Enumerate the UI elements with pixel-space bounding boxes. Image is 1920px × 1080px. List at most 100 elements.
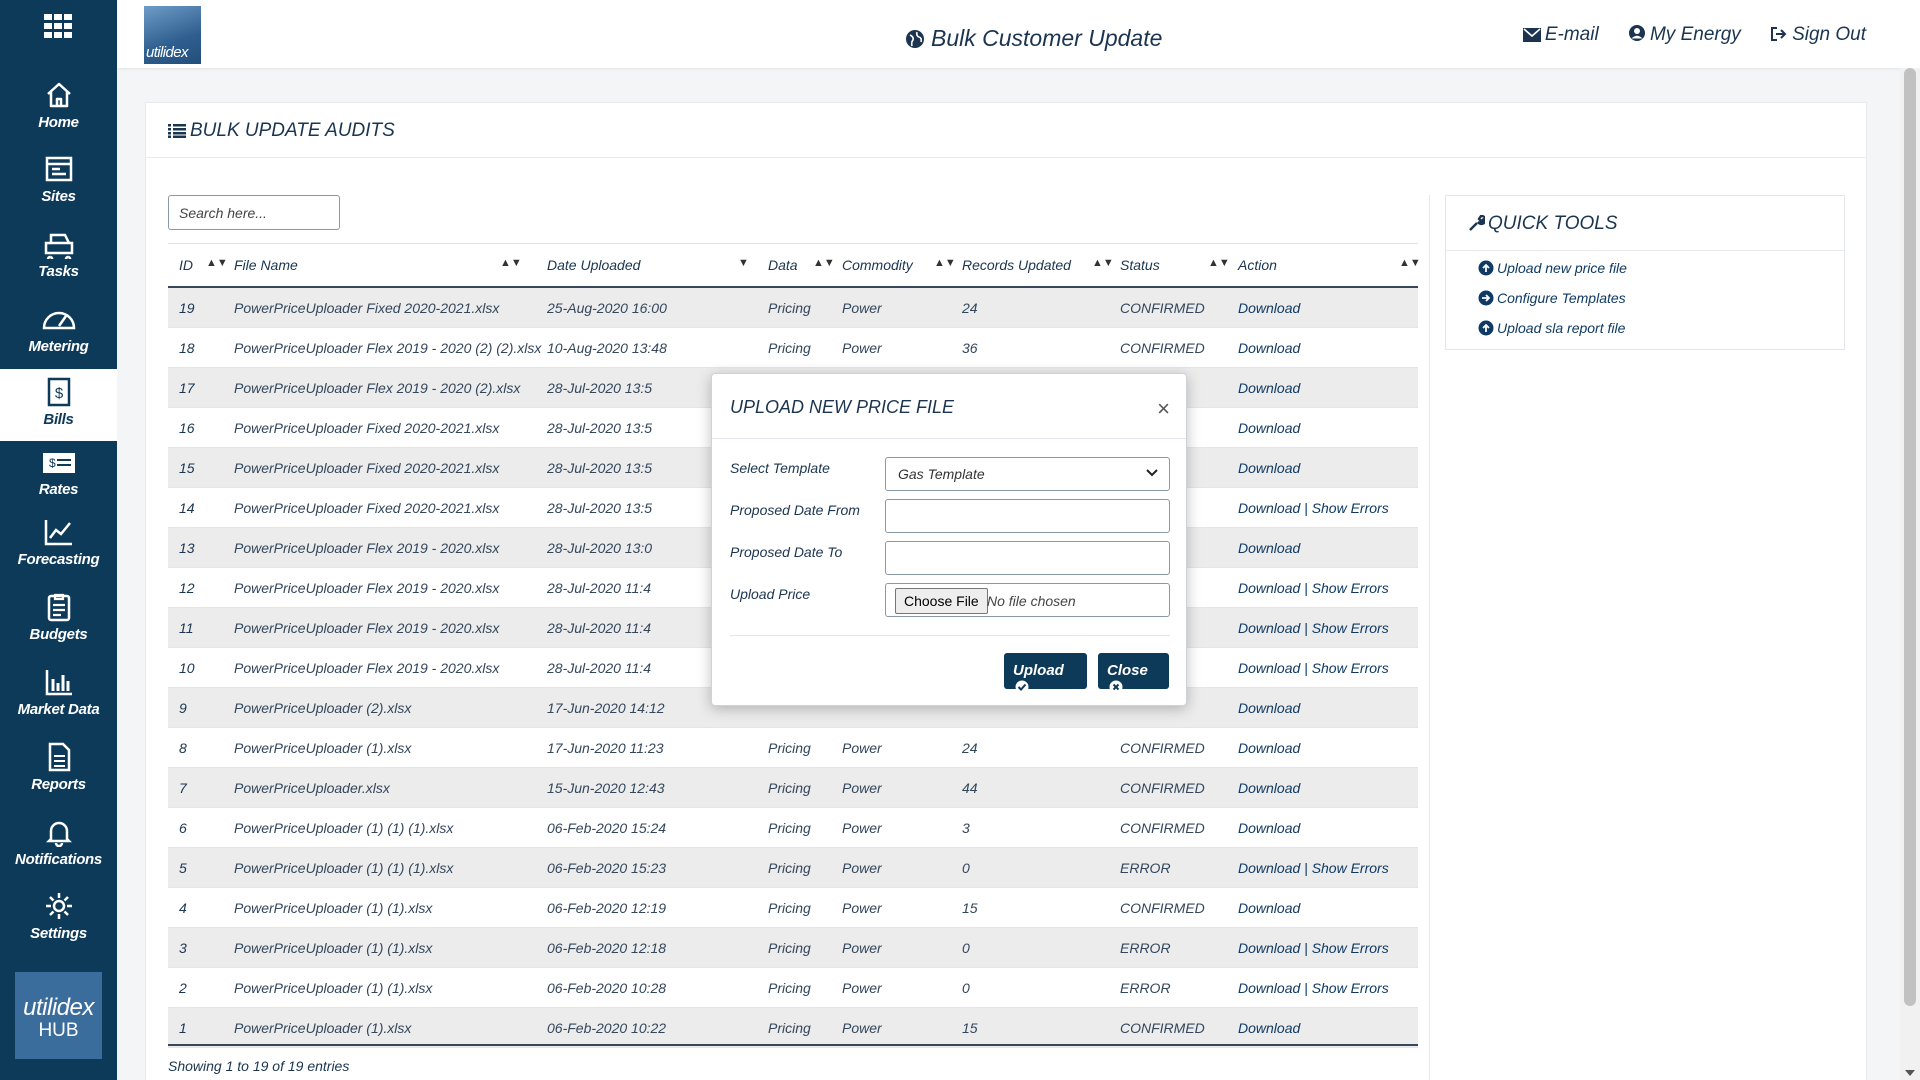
sort-icon[interactable]: ▲▼ xyxy=(1092,257,1114,269)
sidebar-item-tasks[interactable]: Tasks xyxy=(0,221,117,293)
download-link[interactable]: Download xyxy=(1238,500,1300,516)
column-header-file-name[interactable]: File Name xyxy=(234,257,298,273)
download-link[interactable]: Download xyxy=(1238,780,1300,796)
download-link[interactable]: Download xyxy=(1238,420,1300,436)
show-errors-link[interactable]: Show Errors xyxy=(1312,500,1389,516)
sidebar-item-label: Tasks xyxy=(38,263,79,280)
show-errors-link[interactable]: Show Errors xyxy=(1312,940,1389,956)
my-energy-link[interactable]: My Energy xyxy=(1628,24,1741,45)
sort-icon[interactable]: ▲▼ xyxy=(1399,257,1421,269)
choose-file-button[interactable]: Choose File xyxy=(895,588,988,614)
download-link[interactable]: Download xyxy=(1238,700,1300,716)
times-circle-icon xyxy=(1109,680,1123,694)
sort-icon[interactable]: ▲▼ xyxy=(813,257,835,269)
download-link[interactable]: Download xyxy=(1238,460,1300,476)
show-errors-link[interactable]: Show Errors xyxy=(1312,660,1389,676)
upload-sla-report-link[interactable]: Upload sla report file xyxy=(1478,320,1625,336)
column-header-status[interactable]: Status xyxy=(1120,257,1160,273)
download-link[interactable]: Download xyxy=(1238,940,1300,956)
column-header-commodity[interactable]: Commodity xyxy=(842,257,913,273)
sidebar-item-rates[interactable]: $ Rates xyxy=(0,443,117,515)
sidebar-item-metering[interactable]: Metering xyxy=(0,296,117,368)
cell-status: CONFIRMED xyxy=(1120,300,1205,316)
cell-file-name: PowerPriceUploader Fixed 2020-2021.xlsx xyxy=(234,500,500,516)
upload-button[interactable]: Upload xyxy=(1004,653,1087,694)
download-link[interactable]: Download xyxy=(1238,620,1300,636)
show-errors-link[interactable]: Show Errors xyxy=(1312,860,1389,876)
download-link[interactable]: Download xyxy=(1238,660,1300,676)
column-header-data[interactable]: Data xyxy=(768,257,798,273)
download-link[interactable]: Download xyxy=(1238,340,1300,356)
apps-grid-icon[interactable] xyxy=(44,14,72,38)
cell-action: Download | Show Errors xyxy=(1238,660,1389,676)
show-errors-link[interactable]: Show Errors xyxy=(1312,580,1389,596)
cell-data: Pricing xyxy=(768,820,811,836)
sidebar-item-sites[interactable]: Sites xyxy=(0,146,117,218)
utilidex-hub-logo[interactable]: utilidex HUB xyxy=(15,972,102,1059)
cell-action: Download | Show Errors xyxy=(1238,580,1389,596)
date-to-field[interactable] xyxy=(885,541,1170,575)
file-input[interactable]: Choose File No file chosen xyxy=(885,583,1170,617)
sidebar-item-budgets[interactable]: Budgets xyxy=(0,584,117,656)
circle-up-arrow-icon xyxy=(1478,320,1494,336)
cell-file-name: PowerPriceUploader Fixed 2020-2021.xlsx xyxy=(234,420,500,436)
sort-icon[interactable]: ▲▼ xyxy=(500,257,522,269)
cell-status: ERROR xyxy=(1120,860,1171,876)
column-header-id[interactable]: ID xyxy=(179,257,193,273)
sort-icon[interactable]: ▲▼ xyxy=(934,257,956,269)
sort-icon[interactable]: ▲▼ xyxy=(206,257,228,269)
cell-action: Download xyxy=(1238,700,1300,716)
download-link[interactable]: Download xyxy=(1238,580,1300,596)
wrench-icon xyxy=(1469,214,1487,231)
sidebar-item-bills[interactable]: $ Bills xyxy=(0,369,117,441)
download-link[interactable]: Download xyxy=(1238,300,1300,316)
sidebar-item-home[interactable]: Home xyxy=(0,72,117,144)
cell-records-updated: 36 xyxy=(962,340,978,356)
show-errors-link[interactable]: Show Errors xyxy=(1312,980,1389,996)
download-link[interactable]: Download xyxy=(1238,380,1300,396)
sign-out-link[interactable]: Sign Out xyxy=(1770,24,1866,45)
utilidex-logo[interactable]: utilidex xyxy=(144,6,201,64)
action-separator: | xyxy=(1300,660,1312,676)
upload-new-price-file-link[interactable]: Upload new price file xyxy=(1478,260,1627,276)
search-input[interactable] xyxy=(168,195,340,230)
download-link[interactable]: Download xyxy=(1238,740,1300,756)
sidebar-item-forecasting[interactable]: Forecasting xyxy=(0,509,117,581)
scroll-down-arrow-icon[interactable] xyxy=(1905,1070,1915,1076)
close-icon[interactable]: × xyxy=(1157,396,1170,422)
cell-data: Pricing xyxy=(768,740,811,756)
sidebar-item-reports[interactable]: Reports xyxy=(0,734,117,806)
email-link[interactable]: E-mail xyxy=(1522,24,1599,45)
column-header-records-updated[interactable]: Records Updated xyxy=(962,257,1071,273)
show-errors-link[interactable]: Show Errors xyxy=(1312,620,1389,636)
sidebar-item-label: Home xyxy=(38,114,79,131)
column-header-action[interactable]: Action xyxy=(1238,257,1277,273)
download-link[interactable]: Download xyxy=(1238,820,1300,836)
download-link[interactable]: Download xyxy=(1238,540,1300,556)
download-link[interactable]: Download xyxy=(1238,860,1300,876)
sort-desc-icon[interactable]: ▼ xyxy=(738,257,749,269)
cell-data: Pricing xyxy=(768,940,811,956)
cell-file-name: PowerPriceUploader Fixed 2020-2021.xlsx xyxy=(234,460,500,476)
sort-icon[interactable]: ▲▼ xyxy=(1208,257,1230,269)
download-link[interactable]: Download xyxy=(1238,980,1300,996)
download-link[interactable]: Download xyxy=(1238,1020,1300,1036)
sidebar-item-market-data[interactable]: Market Data xyxy=(0,659,117,731)
cell-records-updated: 0 xyxy=(962,940,970,956)
cell-action: Download | Show Errors xyxy=(1238,620,1389,636)
rates-icon: $ xyxy=(42,453,75,473)
sidebar-item-notifications[interactable]: Notifications xyxy=(0,809,117,881)
bell-icon xyxy=(45,821,72,847)
scrollbar-thumb[interactable] xyxy=(1904,68,1916,1006)
cell-id: 18 xyxy=(179,340,195,356)
download-link[interactable]: Download xyxy=(1238,900,1300,916)
date-from-field[interactable] xyxy=(885,499,1170,533)
configure-templates-link[interactable]: Configure Templates xyxy=(1478,290,1626,306)
cell-id: 3 xyxy=(179,940,187,956)
close-button[interactable]: Close xyxy=(1098,653,1169,694)
page-scrollbar[interactable] xyxy=(1900,68,1920,1080)
cell-action: Download | Show Errors xyxy=(1238,980,1389,996)
sidebar-item-settings[interactable]: Settings xyxy=(0,883,117,955)
column-header-date-uploaded[interactable]: Date Uploaded xyxy=(547,257,640,273)
template-select[interactable]: Gas Template xyxy=(885,457,1170,491)
